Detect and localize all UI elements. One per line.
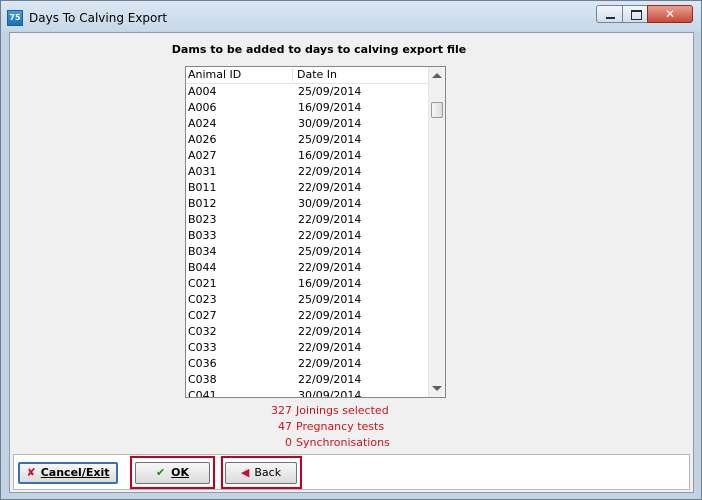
animal-id-cell: C032 <box>188 325 217 338</box>
scroll-up-icon[interactable] <box>432 73 442 78</box>
date-in-cell: 25/09/2014 <box>298 293 362 306</box>
list-item[interactable]: C021 16/09/2014 <box>186 276 430 292</box>
list-item[interactable]: B034 25/09/2014 <box>186 244 430 260</box>
close-icon: ✕ <box>664 7 676 21</box>
maximize-icon <box>631 10 642 20</box>
back-arrow-icon: ◀ <box>240 466 250 479</box>
list-item[interactable]: A026 25/09/2014 <box>186 132 430 148</box>
animal-id-cell: A004 <box>188 85 217 98</box>
maximize-button[interactable] <box>622 5 648 23</box>
list-item[interactable]: C036 22/09/2014 <box>186 356 430 372</box>
date-in-cell: 22/09/2014 <box>298 165 362 178</box>
list-item[interactable]: C041 30/09/2014 <box>186 388 430 398</box>
list-item[interactable]: B023 22/09/2014 <box>186 212 430 228</box>
list-item[interactable]: B012 30/09/2014 <box>186 196 430 212</box>
stat-line: 47 Pregnancy tests <box>185 419 446 435</box>
scroll-down-icon[interactable] <box>432 386 442 391</box>
selection-stats: 327 Joinings selected 47 Pregnancy tests 0 Sy… <box>185 403 446 451</box>
cancel-exit-button[interactable]: ✘ Cancel/Exit <box>18 462 118 484</box>
export-window: 75 Days To Calving Export ✕ Dams to be a… <box>0 0 702 500</box>
date-in-cell: 22/09/2014 <box>298 357 362 370</box>
list-scrollbar[interactable] <box>428 67 445 397</box>
date-in-cell: 22/09/2014 <box>298 181 362 194</box>
cancel-x-icon: ✘ <box>26 466 36 479</box>
animal-id-cell: A027 <box>188 149 217 162</box>
list-item[interactable]: A027 16/09/2014 <box>186 148 430 164</box>
list-item[interactable]: B044 22/09/2014 <box>186 260 430 276</box>
animal-id-cell: B011 <box>188 181 217 194</box>
close-button[interactable]: ✕ <box>647 5 693 23</box>
animal-id-cell: B034 <box>188 245 217 258</box>
date-in-cell: 22/09/2014 <box>298 213 362 226</box>
animal-id-cell: C041 <box>188 389 217 398</box>
stat-count: 47 <box>278 420 292 433</box>
animal-id-cell: A006 <box>188 101 217 114</box>
animal-id-cell: C038 <box>188 373 217 386</box>
client-area: Dams to be added to days to calving expo… <box>9 32 694 493</box>
list-item[interactable]: C038 22/09/2014 <box>186 372 430 388</box>
animal-id-cell: A031 <box>188 165 217 178</box>
date-in-cell: 30/09/2014 <box>298 117 362 130</box>
date-in-cell: 22/09/2014 <box>298 373 362 386</box>
stat-label: Joinings selected <box>296 404 389 417</box>
date-in-cell: 22/09/2014 <box>298 229 362 242</box>
list-item[interactable]: C033 22/09/2014 <box>186 340 430 356</box>
date-in-cell: 25/09/2014 <box>298 245 362 258</box>
animal-id-cell: C036 <box>188 357 217 370</box>
date-in-cell: 30/09/2014 <box>298 197 362 210</box>
date-in-cell: 30/09/2014 <box>298 389 362 398</box>
window-title: Days To Calving Export <box>29 11 168 25</box>
animal-id-cell: C023 <box>188 293 217 306</box>
dams-list[interactable]: Animal ID Date In A004 25/09/2014 A006 16/0… <box>185 66 446 398</box>
animal-id-cell: C021 <box>188 277 217 290</box>
animal-id-cell: B012 <box>188 197 217 210</box>
date-in-cell: 16/09/2014 <box>298 149 362 162</box>
list-item[interactable]: A031 22/09/2014 <box>186 164 430 180</box>
date-in-cell: 22/09/2014 <box>298 325 362 338</box>
stat-line: 327 Joinings selected <box>185 403 446 419</box>
list-item[interactable]: B011 22/09/2014 <box>186 180 430 196</box>
page-title: Dams to be added to days to calving expo… <box>171 43 467 56</box>
ok-button[interactable]: ✔ OK <box>135 462 210 484</box>
date-in-cell: 25/09/2014 <box>298 85 362 98</box>
list-rows: A004 25/09/2014 A006 16/09/2014 A024 30/09/20… <box>186 84 430 398</box>
animal-id-cell: B023 <box>188 213 217 226</box>
date-in-cell: 22/09/2014 <box>298 309 362 322</box>
stat-line: 0 Synchronisations <box>185 435 446 451</box>
back-button[interactable]: ◀ Back <box>225 462 297 484</box>
animal-id-cell: A024 <box>188 117 217 130</box>
app-icon: 75 <box>7 10 23 26</box>
date-in-cell: 22/09/2014 <box>298 341 362 354</box>
list-item[interactable]: A006 16/09/2014 <box>186 100 430 116</box>
date-in-cell: 22/09/2014 <box>298 261 362 274</box>
stat-count: 327 <box>271 404 292 417</box>
date-in-cell: 16/09/2014 <box>298 277 362 290</box>
animal-id-cell: C027 <box>188 309 217 322</box>
list-item[interactable]: C023 25/09/2014 <box>186 292 430 308</box>
column-header-animal-id[interactable]: Animal ID <box>188 68 293 82</box>
scroll-thumb[interactable] <box>431 102 443 118</box>
list-item[interactable]: A024 30/09/2014 <box>186 116 430 132</box>
column-header-date-in[interactable]: Date In <box>297 68 417 82</box>
stat-count: 0 <box>285 436 292 449</box>
stat-label: Synchronisations <box>296 436 390 449</box>
stat-label: Pregnancy tests <box>296 420 385 433</box>
list-item[interactable]: A004 25/09/2014 <box>186 84 430 100</box>
animal-id-cell: B044 <box>188 261 217 274</box>
title-bar[interactable]: 75 Days To Calving Export ✕ <box>1 1 701 31</box>
minimize-icon <box>606 17 615 19</box>
date-in-cell: 25/09/2014 <box>298 133 362 146</box>
check-icon: ✔ <box>155 466 166 479</box>
animal-id-cell: C033 <box>188 341 217 354</box>
list-item[interactable]: B033 22/09/2014 <box>186 228 430 244</box>
animal-id-cell: B033 <box>188 229 217 242</box>
list-item[interactable]: C032 22/09/2014 <box>186 324 430 340</box>
list-header: Animal ID Date In <box>186 67 430 84</box>
animal-id-cell: A026 <box>188 133 217 146</box>
button-bar: ✘ Cancel/Exit ✔ OK ◀ Back <box>13 454 690 490</box>
minimize-button[interactable] <box>596 5 623 23</box>
list-item[interactable]: C027 22/09/2014 <box>186 308 430 324</box>
date-in-cell: 16/09/2014 <box>298 101 362 114</box>
